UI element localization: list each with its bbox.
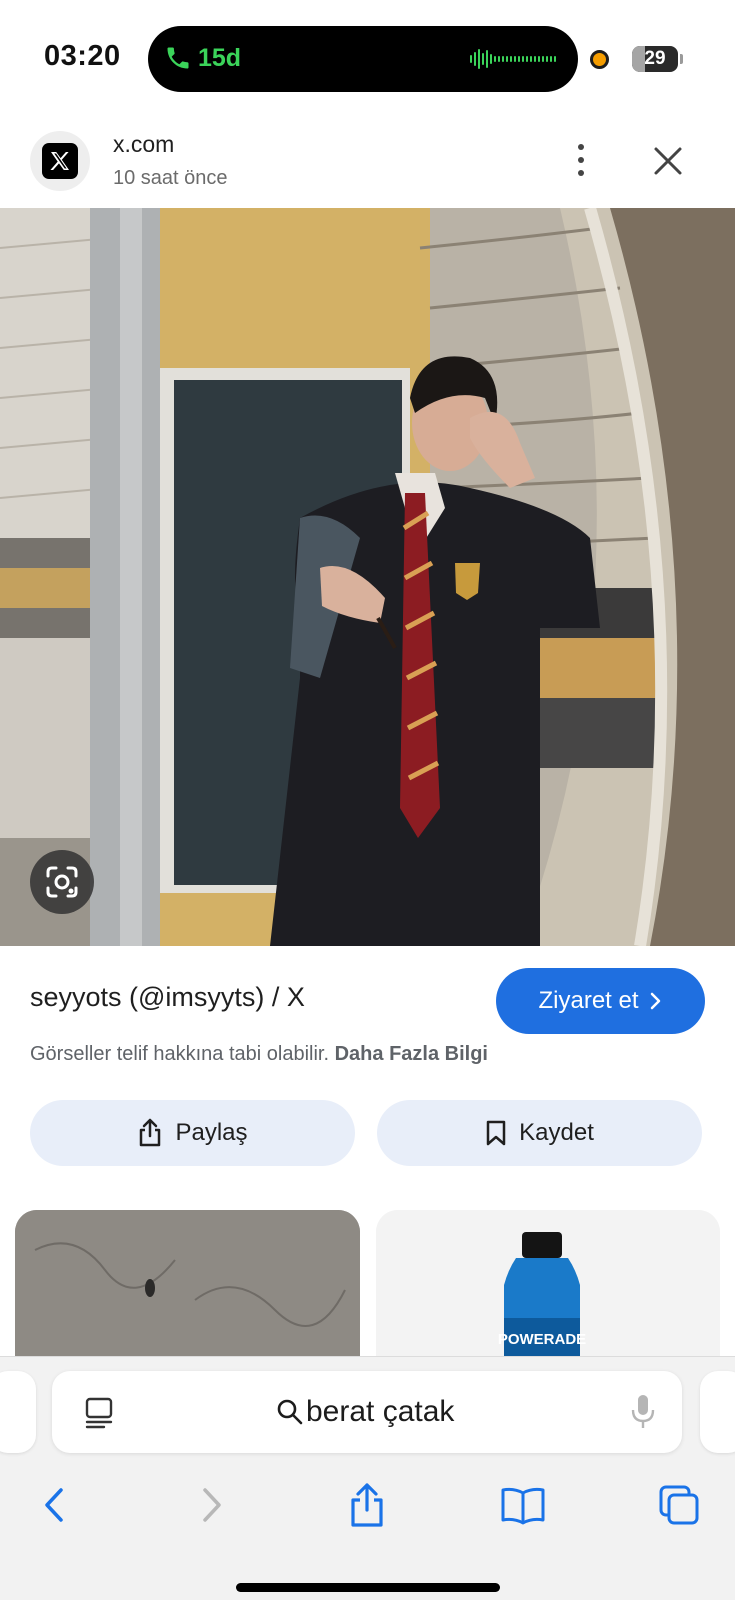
- result-image[interactable]: [0, 208, 735, 946]
- bottle-brand-text: POWERADE: [498, 1331, 586, 1348]
- dynamic-island-call[interactable]: 15d: [148, 26, 578, 92]
- bookmark-icon: [486, 1120, 506, 1146]
- phone-icon: [167, 47, 189, 69]
- save-button[interactable]: Kaydet: [377, 1100, 702, 1166]
- lens-icon: [46, 866, 78, 898]
- more-info-link[interactable]: Daha Fazla Bilgi: [335, 1043, 488, 1065]
- search-query[interactable]: berat çatak: [306, 1395, 454, 1429]
- bookmarks-button[interactable]: [493, 1465, 553, 1545]
- share-icon: [351, 1483, 383, 1527]
- share-page-button[interactable]: [337, 1465, 397, 1545]
- status-bar: 03:20 15d 29: [0, 0, 735, 110]
- visit-button[interactable]: Ziyaret et: [496, 968, 705, 1034]
- bottle-illustration: POWERADE: [376, 1210, 720, 1360]
- share-icon: [140, 1118, 161, 1147]
- tabs-icon: [659, 1485, 699, 1525]
- battery-cap: [680, 54, 683, 64]
- save-label: Kaydet: [519, 1119, 594, 1146]
- browser-toolbar: [0, 1465, 735, 1545]
- source-time: 10 saat önce: [113, 167, 228, 189]
- x-logo-icon[interactable]: [30, 131, 90, 191]
- share-button[interactable]: Paylaş: [30, 1100, 355, 1166]
- source-domain[interactable]: x.com: [113, 131, 174, 158]
- call-duration: 15d: [198, 44, 242, 72]
- browser-bottom-bar: berat çatak: [0, 1356, 735, 1600]
- audio-waveform-icon: [470, 48, 556, 70]
- microphone-in-use-indicator: [590, 50, 609, 69]
- tabs-button[interactable]: [649, 1465, 709, 1545]
- related-image-thumb[interactable]: [15, 1210, 360, 1360]
- google-lens-button[interactable]: [30, 850, 94, 914]
- page-menu-icon[interactable]: [84, 1396, 114, 1430]
- visit-button-label: Ziyaret et: [538, 987, 639, 1014]
- thumb-texture: [15, 1210, 360, 1360]
- chevron-left-icon: [45, 1488, 63, 1522]
- microphone-icon[interactable]: [630, 1393, 656, 1431]
- status-time: 03:20: [44, 40, 121, 72]
- battery-level: 29: [644, 48, 666, 69]
- chevron-right-icon: [203, 1488, 221, 1522]
- photo-illustration: [0, 208, 735, 946]
- back-button[interactable]: [24, 1465, 84, 1545]
- chevron-right-icon: [650, 992, 660, 1010]
- related-image-thumb[interactable]: POWERADE: [376, 1210, 720, 1360]
- more-options-icon[interactable]: [565, 140, 597, 180]
- previous-tab-preview[interactable]: [0, 1371, 36, 1453]
- next-tab-preview[interactable]: [700, 1371, 735, 1453]
- close-icon[interactable]: [650, 143, 686, 179]
- share-label: Paylaş: [175, 1119, 248, 1146]
- battery-icon: 29: [632, 46, 678, 72]
- search-icon: [277, 1399, 303, 1425]
- address-bar[interactable]: berat çatak: [52, 1371, 682, 1453]
- book-icon: [501, 1487, 545, 1525]
- copyright-text: Görseller telif hakkına tabi olabilir.: [30, 1043, 330, 1065]
- result-title[interactable]: seyyots (@imsyyts) / X: [30, 982, 305, 1013]
- forward-button[interactable]: [182, 1465, 242, 1545]
- copyright-notice: Görseller telif hakkına tabi olabilir. D…: [30, 1043, 488, 1066]
- source-header: x.com 10 saat önce: [0, 115, 735, 207]
- home-indicator[interactable]: [236, 1583, 500, 1592]
